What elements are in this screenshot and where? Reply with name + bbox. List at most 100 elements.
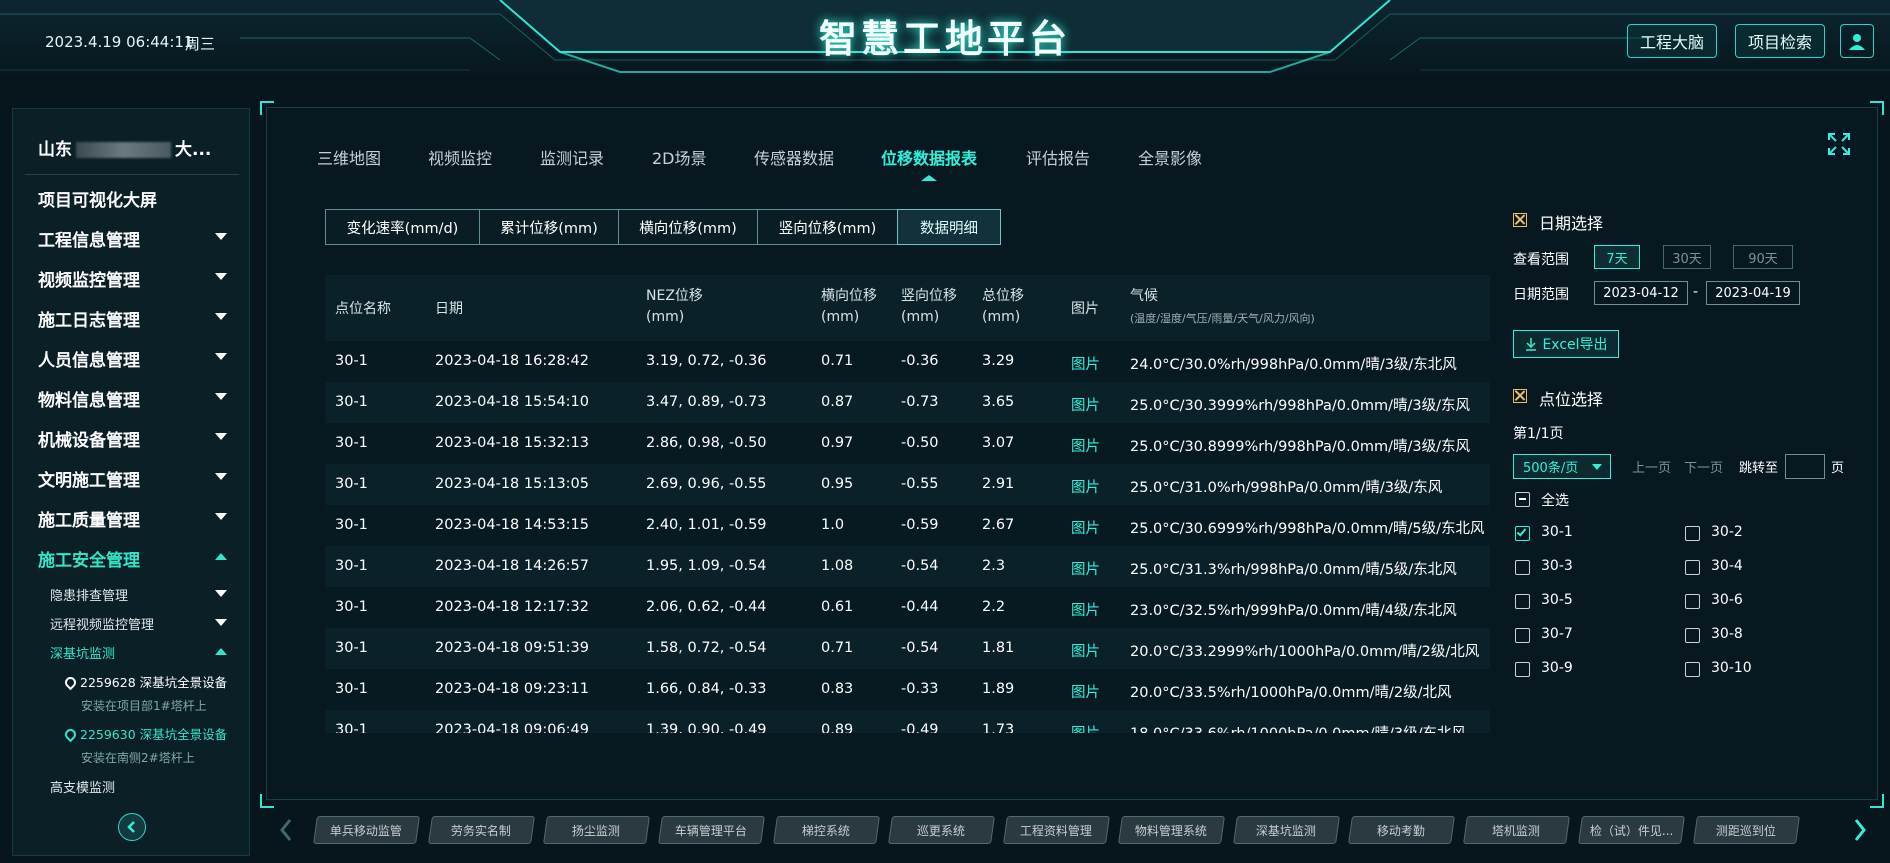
date-to-input[interactable]: 2023-04-19 [1706, 281, 1800, 305]
sidebar-item-construction-log[interactable]: 施工日志管理 [38, 306, 227, 331]
sidebar-item-civilized-construction[interactable]: 文明施工管理 [38, 466, 227, 491]
cell-pic[interactable]: 图片 [1071, 517, 1100, 538]
excel-export-button[interactable]: Excel导出 [1513, 330, 1619, 358]
project-search-button[interactable]: 项目检索 [1735, 24, 1825, 58]
cell-vertical: -0.49 [901, 722, 939, 733]
bottom-nav-item[interactable]: 深基坑监测 [1233, 816, 1340, 844]
sidebar-item-engineering-info[interactable]: 工程信息管理 [38, 226, 227, 251]
bottom-nav-item[interactable]: 物料管理系统 [1118, 816, 1225, 844]
date-from-input[interactable]: 2023-04-12 [1594, 281, 1688, 305]
point-label: 30-5 [1541, 592, 1573, 608]
bottom-nav-item[interactable]: 巡更系统 [888, 816, 995, 844]
range-30days[interactable]: 30天 [1663, 245, 1711, 269]
collapse-sidebar-button[interactable] [118, 813, 146, 841]
bottom-next-button[interactable] [1852, 818, 1868, 846]
sidebar-item-materials[interactable]: 物料信息管理 [38, 386, 227, 411]
point-checkbox[interactable] [1685, 594, 1700, 609]
point-checkbox[interactable] [1685, 560, 1700, 575]
sidebar-item-machinery[interactable]: 机械设备管理 [38, 426, 227, 451]
table-row: 30-1 2023-04-18 15:54:10 3.47, 0.89, -0.73… [325, 382, 1490, 423]
cell-pic[interactable]: 图片 [1071, 599, 1100, 620]
cell-pic[interactable]: 图片 [1071, 353, 1100, 374]
point-checkbox[interactable] [1685, 628, 1700, 643]
tab-3d-map[interactable]: 三维地图 [317, 145, 381, 169]
sidebar-subitem-high-formwork[interactable]: 高支模监测 [50, 777, 115, 796]
cell-pic[interactable]: 图片 [1071, 394, 1100, 415]
cell-pic[interactable]: 图片 [1071, 435, 1100, 456]
table-row: 30-1 2023-04-18 14:53:15 2.40, 1.01, -0.59… [325, 505, 1490, 546]
subtab-details[interactable]: 数据明细 [897, 209, 1001, 245]
device-item[interactable]: 2259628 深基坑全景设备 [62, 672, 227, 691]
bottom-nav-item[interactable]: 梯控系统 [773, 816, 880, 844]
subtab-change-rate[interactable]: 变化速率(mm/d) [325, 209, 480, 245]
cell-pic[interactable]: 图片 [1071, 558, 1100, 579]
project-name[interactable]: 山东 大... [38, 135, 211, 160]
prev-page-button[interactable]: 上一页 [1632, 457, 1671, 476]
select-all-checkbox[interactable] [1515, 492, 1530, 507]
tab-evaluation[interactable]: 评估报告 [1026, 145, 1090, 169]
corner-decoration [1870, 101, 1884, 115]
cell-pic[interactable]: 图片 [1071, 640, 1100, 661]
bottom-nav-item[interactable]: 扬尘监测 [543, 816, 650, 844]
bottom-nav-item[interactable]: 塔机监测 [1463, 816, 1570, 844]
page-size-select[interactable]: 500条/页 [1513, 454, 1611, 479]
sidebar-subitem-label: 深基坑监测 [50, 647, 116, 662]
range-7days[interactable]: 7天 [1594, 245, 1640, 269]
cell-pic[interactable]: 图片 [1071, 681, 1100, 702]
point-checkbox[interactable] [1515, 628, 1530, 643]
point-checkbox[interactable] [1515, 662, 1530, 677]
cell-pic[interactable]: 图片 [1071, 476, 1100, 497]
engineering-brain-button[interactable]: 工程大脑 [1627, 24, 1717, 58]
cell-nez: 1.58, 0.72, -0.54 [646, 640, 767, 656]
bottom-nav-item[interactable]: 工程资料管理 [1003, 816, 1110, 844]
subtab-lateral[interactable]: 横向位移(mm) [618, 209, 758, 245]
cell-climate: 24.0°C/30.0%rh/998hPa/0.0mm/晴/3级/东北风 [1130, 357, 1457, 373]
sidebar-subitem-hazard[interactable]: 隐患排查管理 [50, 585, 227, 604]
cell-nez: 1.39, 0.90, -0.49 [646, 722, 767, 733]
sidebar-item-video-monitoring[interactable]: 视频监控管理 [38, 266, 227, 291]
point-checkbox[interactable] [1685, 662, 1700, 677]
bottom-nav-label: 单兵移动监管 [330, 823, 403, 838]
bottom-nav-item[interactable]: 检（试）件见... [1578, 816, 1685, 844]
cell-lateral: 0.95 [821, 476, 854, 492]
range-90days[interactable]: 90天 [1733, 245, 1793, 269]
goto-page-input[interactable] [1785, 454, 1825, 479]
point-checkbox[interactable] [1515, 526, 1530, 541]
device-title: 2259630 深基坑全景设备 [80, 727, 228, 742]
cell-total: 2.3 [982, 558, 1006, 574]
table-body: 30-1 2023-04-18 16:28:42 3.19, 0.72, -0.36… [325, 341, 1490, 733]
cell-pic[interactable]: 图片 [1071, 722, 1100, 733]
device-item-active[interactable]: 2259630 深基坑全景设备 [62, 724, 228, 743]
tab-2d-scene[interactable]: 2D场景 [652, 145, 707, 169]
bottom-prev-button[interactable] [278, 818, 294, 846]
tab-records[interactable]: 监测记录 [540, 145, 604, 169]
bottom-nav-item[interactable]: 车辆管理平台 [658, 816, 765, 844]
bottom-nav-item[interactable]: 单兵移动监管 [313, 816, 420, 844]
subtab-vertical[interactable]: 竖向位移(mm) [757, 209, 898, 245]
bottom-nav-item[interactable]: 测距巡到位 [1693, 816, 1800, 844]
chevron-down-icon [215, 590, 227, 597]
cell-total: 2.91 [982, 476, 1015, 492]
bottom-nav-item[interactable]: 移动考勤 [1348, 816, 1455, 844]
tab-sensor-data[interactable]: 传感器数据 [754, 145, 834, 169]
tab-video[interactable]: 视频监控 [428, 145, 492, 169]
tab-displacement-report[interactable]: 位移数据报表 [881, 145, 977, 169]
point-checkbox[interactable] [1515, 560, 1530, 575]
user-button[interactable] [1840, 24, 1874, 58]
sidebar-item-safety[interactable]: 施工安全管理 [38, 546, 227, 571]
bottom-nav-item[interactable]: 劳务实名制 [428, 816, 535, 844]
sidebar-subitem-remote-video[interactable]: 远程视频监控管理 [50, 614, 227, 633]
point-checkbox[interactable] [1515, 594, 1530, 609]
tab-panorama[interactable]: 全景影像 [1138, 145, 1202, 169]
sidebar-subitem-deep-pit[interactable]: 深基坑监测 [50, 643, 227, 662]
date-section-icon [1513, 213, 1527, 227]
point-checkbox[interactable] [1685, 526, 1700, 541]
sidebar-item-personnel[interactable]: 人员信息管理 [38, 346, 227, 371]
subtab-cumulative[interactable]: 累计位移(mm) [479, 209, 619, 245]
fullscreen-icon[interactable] [1828, 133, 1850, 155]
datetime: 2023.4.19 06:44:11 [45, 33, 194, 51]
next-page-button[interactable]: 下一页 [1684, 457, 1723, 476]
col-pic: 图片 [1071, 301, 1099, 317]
sidebar-item-visual-screen[interactable]: 项目可视化大屏 [38, 186, 157, 211]
sidebar-item-quality[interactable]: 施工质量管理 [38, 506, 227, 531]
